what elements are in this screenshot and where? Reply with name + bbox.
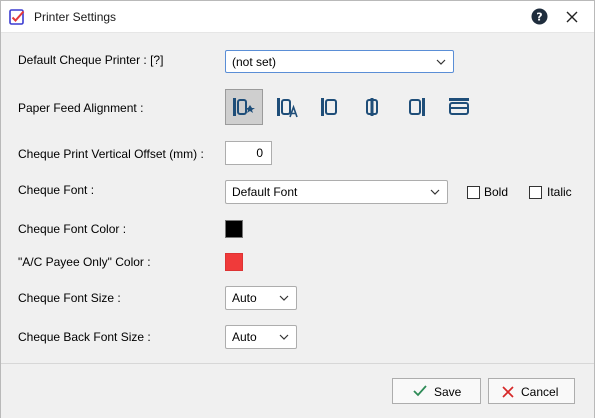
payee-color-swatch[interactable] — [225, 253, 243, 271]
chevron-down-icon — [436, 59, 446, 65]
cancel-button[interactable]: Cancel — [488, 378, 575, 404]
default-printer-value: (not set) — [232, 54, 277, 69]
default-printer-label: Default Cheque Printer : [?] — [18, 53, 164, 67]
align-center-icon — [366, 98, 378, 116]
settings-panel: Default Cheque Printer : [?] (not set) P… — [1, 32, 594, 363]
vertical-offset-label: Cheque Print Vertical Offset (mm) : — [18, 147, 204, 161]
align-left-icon — [277, 98, 298, 118]
bold-label[interactable]: Bold — [484, 185, 508, 199]
font-size-select[interactable]: Auto — [225, 286, 297, 310]
chevron-down-icon — [279, 334, 289, 340]
cheque-font-select[interactable]: Default Font — [225, 180, 448, 204]
align-right-edge-icon — [409, 98, 425, 116]
check-icon — [413, 385, 427, 397]
window-title: Printer Settings — [34, 10, 117, 24]
align-center-in-icon — [233, 98, 255, 116]
save-button[interactable]: Save — [392, 378, 481, 404]
back-font-size-select[interactable]: Auto — [225, 325, 297, 349]
align-top-horizontal-icon — [449, 98, 469, 115]
align-center-in-button[interactable] — [225, 89, 263, 125]
font-size-label: Cheque Font Size : — [18, 291, 121, 305]
help-icon-glyph: ? — [536, 11, 542, 24]
help-icon[interactable]: ? — [531, 8, 548, 25]
align-right-edge-button[interactable] — [398, 89, 436, 125]
default-printer-select[interactable]: (not set) — [225, 50, 454, 73]
dialog-footer: Save Cancel — [1, 363, 594, 418]
align-left-edge-button[interactable] — [310, 89, 348, 125]
back-font-size-label: Cheque Back Font Size : — [18, 330, 151, 344]
chevron-down-icon — [279, 295, 289, 301]
x-icon — [502, 386, 514, 398]
close-icon[interactable] — [564, 9, 580, 25]
vertical-offset-input[interactable]: 0 — [225, 141, 272, 165]
bold-checkbox[interactable] — [467, 186, 480, 199]
align-left-edge-icon — [321, 98, 337, 116]
title-bar[interactable]: Printer Settings ? — [1, 1, 594, 32]
back-font-size-value: Auto — [232, 330, 257, 344]
paper-feed-label: Paper Feed Alignment : — [18, 101, 144, 115]
italic-checkbox[interactable] — [529, 186, 542, 199]
italic-label[interactable]: Italic — [547, 185, 572, 199]
cheque-font-value: Default Font — [232, 185, 298, 199]
chevron-down-icon — [430, 189, 440, 195]
align-center-button[interactable] — [353, 89, 391, 125]
align-left-button[interactable] — [269, 89, 307, 125]
font-color-swatch[interactable] — [225, 220, 243, 238]
save-label: Save — [434, 385, 462, 399]
app-checklist-icon — [9, 9, 25, 25]
cheque-font-label: Cheque Font : — [18, 183, 95, 197]
printer-settings-dialog: Printer Settings ? Default Cheque Printe… — [0, 0, 595, 418]
font-color-label: Cheque Font Color : — [18, 222, 127, 236]
align-top-horizontal-button[interactable] — [440, 89, 478, 125]
cancel-label: Cancel — [521, 385, 559, 399]
font-size-value: Auto — [232, 291, 257, 305]
payee-color-label: "A/C Payee Only" Color : — [18, 255, 151, 269]
